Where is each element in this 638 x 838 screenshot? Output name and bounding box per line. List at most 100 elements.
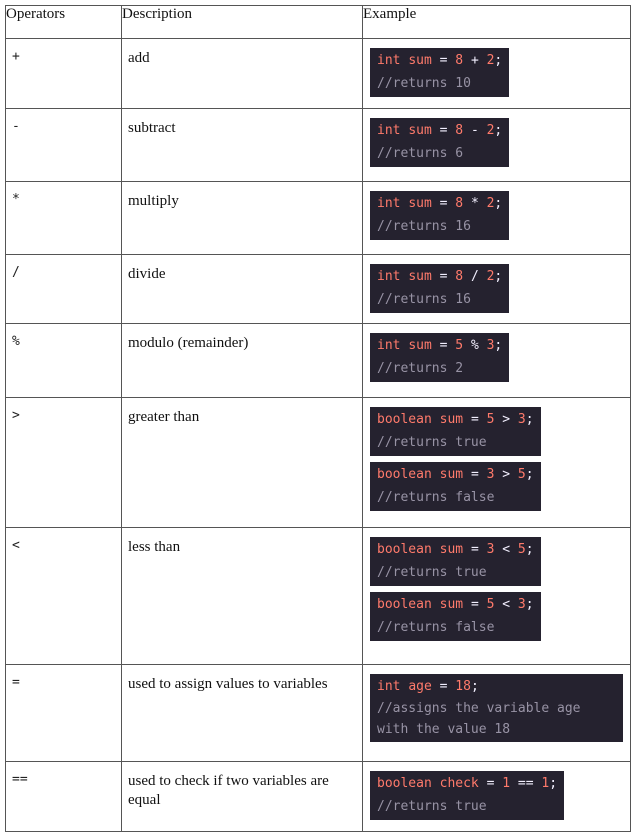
code-example: boolean sum = 5 > 3; //returns true	[370, 407, 541, 456]
table-row: % modulo (remainder) int sum = 5 % 3;//ret…	[5, 323, 631, 398]
description-cell: modulo (remainder)	[121, 323, 363, 398]
code-type: boolean	[377, 542, 432, 557]
code-operand: 5	[455, 338, 464, 353]
code-line: boolean sum = 3 < 5;	[377, 538, 534, 561]
table-row: < less than boolean sum = 3 < 5;//returns …	[5, 527, 631, 665]
code-assign: =	[439, 123, 448, 138]
code-line: boolean sum = 3 > 5;	[377, 463, 534, 486]
code-type: int	[377, 679, 401, 694]
example-cell: boolean check = 1 == 1; //returns true	[362, 761, 631, 832]
code-operand: 8	[455, 196, 464, 211]
example-cell: int sum = 8 + 2; //returns 10	[362, 38, 631, 109]
code-operand: 5	[517, 542, 526, 557]
code-type: boolean	[377, 597, 432, 612]
code-assign: =	[470, 597, 479, 612]
code-line: boolean sum = 5 > 3;	[377, 408, 534, 431]
code-operand: 3	[517, 597, 526, 612]
code-semicolon: ;	[525, 467, 534, 482]
table-row: = used to assign values to variables int a…	[5, 664, 631, 762]
code-comment: //returns true	[377, 799, 487, 814]
code-type: boolean	[377, 412, 432, 427]
code-comment: //returns 6	[377, 146, 464, 161]
code-comment: //returns false	[377, 490, 495, 505]
code-example: boolean sum = 5 < 3; //returns false	[370, 592, 541, 641]
table-body: + add int sum = 8 + 2;//returns 10- subtrac…	[5, 38, 631, 832]
code-operand: 8	[455, 53, 464, 68]
code-operand: 5	[517, 467, 526, 482]
code-example: int sum = 8 * 2; //returns 16	[370, 191, 510, 240]
description-cell: divide	[121, 254, 363, 324]
code-semicolon: ;	[525, 542, 534, 557]
code-variable: age	[408, 679, 432, 694]
description-cell: greater than	[121, 397, 363, 528]
operator-cell: -	[5, 108, 122, 182]
code-comment: //returns true	[377, 435, 487, 450]
code-type: int	[377, 123, 401, 138]
code-type: boolean	[377, 467, 432, 482]
operator-cell: ==	[5, 761, 122, 832]
code-operator: +	[470, 53, 479, 68]
operator-cell: *	[5, 181, 122, 255]
operator-cell: >	[5, 397, 122, 528]
code-semicolon: ;	[549, 776, 558, 791]
code-semicolon: ;	[494, 53, 503, 68]
code-variable: sum	[408, 123, 432, 138]
example-cell: boolean sum = 3 < 5;//returns true boolea…	[362, 527, 631, 665]
code-semicolon: ;	[494, 269, 503, 284]
table-row: / divide int sum = 8 / 2;//returns 16	[5, 254, 631, 324]
code-line: boolean sum = 5 < 3;	[377, 593, 534, 616]
code-example: int sum = 5 % 3; //returns 2	[370, 333, 510, 382]
code-variable: check	[439, 776, 479, 791]
code-operator: >	[502, 467, 511, 482]
code-assign: =	[470, 467, 479, 482]
code-example: int sum = 8 / 2; //returns 16	[370, 264, 510, 313]
code-line: int sum = 8 - 2;	[377, 119, 502, 142]
code-operator: /	[470, 269, 479, 284]
code-line: int sum = 8 / 2;	[377, 265, 502, 288]
example-cell: int sum = 8 - 2; //returns 6	[362, 108, 631, 182]
code-variable: sum	[408, 269, 432, 284]
code-variable: sum	[439, 412, 464, 427]
example-cell: int sum = 8 / 2; //returns 16	[362, 254, 631, 324]
code-semicolon: ;	[525, 412, 534, 427]
code-variable: sum	[439, 597, 464, 612]
code-operator: -	[470, 123, 479, 138]
code-type: int	[377, 53, 401, 68]
code-assign: =	[486, 776, 495, 791]
code-comment: //returns 16	[377, 219, 471, 234]
code-operand: 8	[455, 269, 464, 284]
code-variable: sum	[408, 53, 432, 68]
code-line: int sum = 8 + 2;	[377, 49, 502, 72]
operator-cell: +	[5, 38, 122, 109]
code-variable: sum	[439, 542, 464, 557]
code-assign: =	[439, 53, 448, 68]
code-assign: =	[439, 196, 448, 211]
code-assign: =	[439, 679, 448, 694]
code-line: int sum = 5 % 3;	[377, 334, 502, 357]
description-cell: used to check if two variables are equal	[121, 761, 363, 832]
code-example: int age = 18; //assigns the variable age …	[370, 674, 623, 742]
header-description: Description	[121, 5, 363, 39]
code-example: boolean sum = 3 > 5; //returns false	[370, 462, 541, 511]
description-cell: less than	[121, 527, 363, 665]
code-assign: =	[439, 338, 448, 353]
table-row: > greater than boolean sum = 5 > 3;//retur…	[5, 397, 631, 528]
code-operator: ==	[517, 776, 534, 791]
code-assign: =	[470, 542, 479, 557]
code-operand: 8	[455, 123, 464, 138]
description-cell: add	[121, 38, 363, 109]
code-operand: 5	[486, 597, 495, 612]
code-operand: 3	[517, 412, 526, 427]
header-row: Operators Description Example	[5, 5, 631, 39]
code-example: int sum = 8 + 2; //returns 10	[370, 48, 510, 97]
table-row: + add int sum = 8 + 2;//returns 10	[5, 38, 631, 109]
code-type: int	[377, 269, 401, 284]
code-assign: =	[470, 412, 479, 427]
code-value: 18	[455, 679, 471, 694]
code-comment: //returns 10	[377, 76, 471, 91]
code-operand: 3	[486, 542, 495, 557]
example-cell: boolean sum = 5 > 3;//returns true boolea…	[362, 397, 631, 528]
header-example: Example	[362, 5, 631, 39]
table-row: - subtract int sum = 8 - 2;//returns 6	[5, 108, 631, 182]
code-comment: //returns 2	[377, 361, 464, 376]
